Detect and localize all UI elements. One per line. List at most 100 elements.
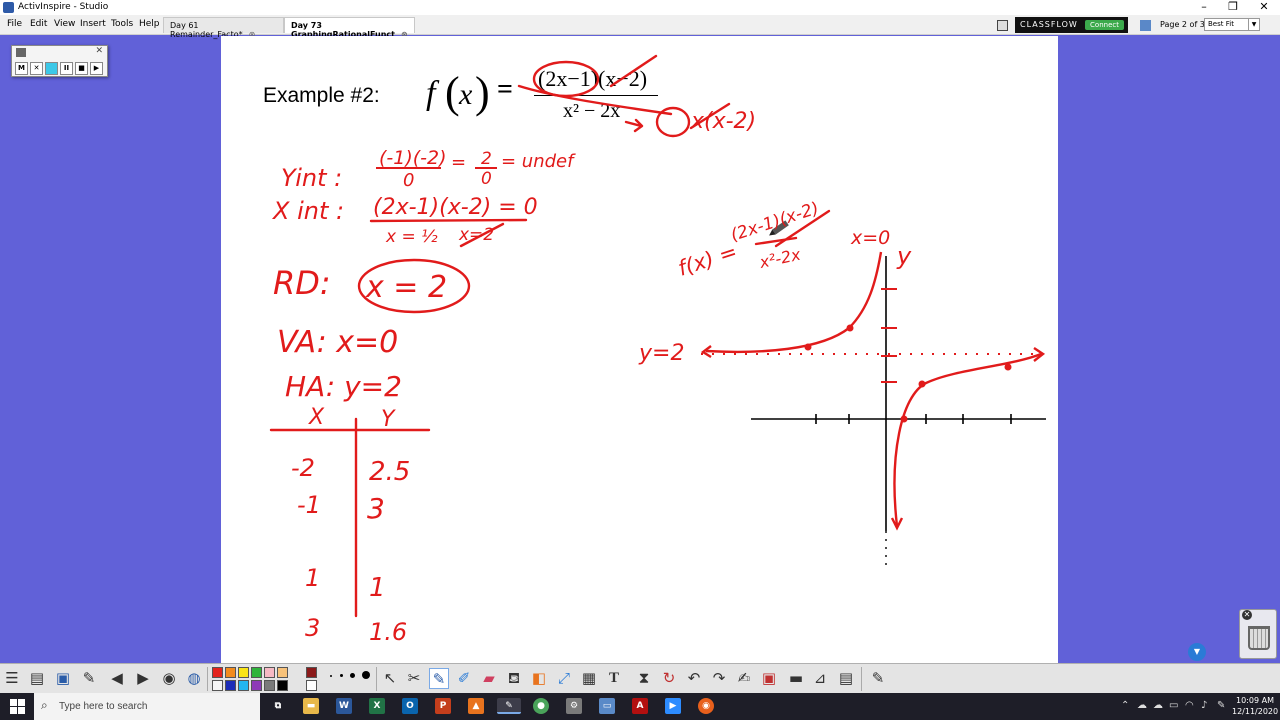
scroll-down-button[interactable]: ▼: [1188, 643, 1206, 661]
hw-graph-va-label: x=0: [850, 227, 890, 249]
clear-icon[interactable]: ▤: [836, 668, 856, 689]
redo-icon[interactable]: ↷: [709, 668, 729, 689]
close-icon[interactable]: ✕: [95, 46, 103, 56]
hw-table-row4-x: 3: [305, 614, 320, 642]
pen-width-2[interactable]: [340, 674, 343, 677]
tray-chevron-icon[interactable]: ⌃: [1121, 700, 1129, 711]
minimize-button[interactable]: –: [1190, 0, 1218, 15]
next-page-icon[interactable]: ▶: [133, 668, 153, 689]
connector-icon[interactable]: ⤢: [554, 668, 574, 689]
color-swatch-cyan[interactable]: [238, 680, 249, 691]
prev-page-icon[interactable]: ◀: [107, 668, 127, 689]
browsers-icon[interactable]: ▤: [27, 668, 47, 689]
undo-icon[interactable]: ↶: [684, 668, 704, 689]
color-swatch-white[interactable]: [212, 680, 223, 691]
chevron-down-icon[interactable]: ▼: [1248, 19, 1259, 30]
trash-bin[interactable]: ✕: [1239, 609, 1277, 659]
clapper-icon[interactable]: ▦: [579, 668, 599, 689]
network-icon[interactable]: ▭: [1169, 700, 1178, 711]
color-swatch-green[interactable]: [251, 667, 262, 678]
vlc-icon[interactable]: ▲: [468, 698, 484, 714]
menu-file[interactable]: File: [7, 19, 22, 29]
settings-icon[interactable]: ⚙: [566, 698, 582, 714]
flipchart-page[interactable]: Example #2: f ( x ) = (2x−1)(x−2) x² − 2…: [221, 36, 1058, 663]
protractor-icon[interactable]: ⊿: [810, 668, 830, 689]
color-swatch-blue[interactable]: [225, 680, 236, 691]
zoom-select[interactable]: Best Fit ▼: [1204, 18, 1260, 31]
text-icon[interactable]: T: [604, 668, 624, 689]
firefox-icon[interactable]: ◉: [698, 698, 714, 714]
flipchart-icon[interactable]: ▣: [53, 668, 73, 689]
fill-icon[interactable]: ⛾: [504, 668, 524, 689]
zoom-app-icon[interactable]: ▶: [665, 698, 681, 714]
menu-help[interactable]: Help: [139, 19, 160, 29]
cloud-icon[interactable]: ☁: [1153, 700, 1163, 711]
mini-btn-m[interactable]: M: [15, 62, 28, 75]
wifi-icon[interactable]: ◠: [1185, 700, 1194, 711]
tab-day73[interactable]: Day 73 GraphingRationalFunct ⊗: [284, 17, 415, 39]
magic-ink-icon[interactable]: ✍: [734, 668, 754, 689]
mini-btn-record[interactable]: ●: [45, 62, 58, 75]
color-swatch-black[interactable]: [277, 680, 288, 691]
monitor-icon[interactable]: ▭: [599, 698, 615, 714]
main-menu-icon[interactable]: ☰: [2, 668, 22, 689]
menu-edit[interactable]: Edit: [30, 19, 47, 29]
menu-tools[interactable]: Tools: [111, 19, 133, 29]
volume-icon[interactable]: ♪: [1201, 700, 1207, 711]
word-icon[interactable]: W: [336, 698, 352, 714]
close-icon[interactable]: ✕: [1242, 610, 1252, 620]
activinspire-taskbar-icon[interactable]: ✎: [497, 698, 521, 714]
color-swatch-peach[interactable]: [277, 667, 288, 678]
color-swatch-maroon[interactable]: [306, 667, 317, 678]
taskbar-clock[interactable]: 10:09 AM 12/11/2020: [1232, 695, 1278, 717]
restore-button[interactable]: ❐: [1219, 0, 1247, 15]
shape-icon[interactable]: ◧: [529, 668, 549, 689]
timer-icon[interactable]: ⧗: [634, 668, 654, 689]
tab-day61[interactable]: Day 61 Remainder_Facto* ⊗: [163, 17, 284, 39]
onedrive-icon[interactable]: ☁: [1137, 700, 1147, 711]
mini-btn-play[interactable]: ▶: [90, 62, 103, 75]
color-swatch-orange[interactable]: [225, 667, 236, 678]
keyboard-icon[interactable]: ▬: [786, 668, 806, 689]
divider: [207, 667, 208, 691]
highlighter-icon[interactable]: ✐: [454, 668, 474, 689]
color-swatch-yellow[interactable]: [238, 667, 249, 678]
select-icon[interactable]: ↖: [380, 668, 400, 689]
task-view-icon[interactable]: ⧉: [270, 698, 286, 714]
color-swatch-red[interactable]: [212, 667, 223, 678]
mini-btn-stop[interactable]: ■: [75, 62, 88, 75]
close-button[interactable]: ✕: [1250, 0, 1278, 15]
chrome-icon[interactable]: ●: [533, 698, 549, 714]
globe-icon[interactable]: ◍: [184, 668, 204, 689]
acrobat-icon[interactable]: A: [632, 698, 648, 714]
mini-btn-pause[interactable]: II: [60, 62, 73, 75]
mini-btn-clear[interactable]: ✕: [30, 62, 43, 75]
pen-width-3[interactable]: [350, 673, 355, 678]
windows-start-icon[interactable]: [10, 699, 25, 714]
tools-wrench-icon[interactable]: ✂: [404, 668, 424, 689]
color-swatch-gray[interactable]: [264, 680, 275, 691]
powerpoint-icon[interactable]: P: [435, 698, 451, 714]
color-swatch-white2[interactable]: [306, 680, 317, 691]
menu-insert[interactable]: Insert: [80, 19, 106, 29]
outlook-icon[interactable]: O: [402, 698, 418, 714]
taskbar-search-input[interactable]: ⌕ Type here to search: [34, 693, 260, 720]
file-explorer-icon[interactable]: ▬: [303, 698, 319, 714]
menu-view[interactable]: View: [54, 19, 75, 29]
tools-icon[interactable]: ✎: [79, 668, 99, 689]
play-icon[interactable]: ◉: [159, 668, 179, 689]
toolbox-settings-icon[interactable]: ✎: [868, 668, 888, 689]
eraser-icon[interactable]: ▰: [479, 668, 499, 689]
page-options-icon[interactable]: [997, 20, 1008, 31]
color-swatch-purple[interactable]: [251, 680, 262, 691]
camera-icon[interactable]: ▣: [759, 668, 779, 689]
pen-width-4[interactable]: [362, 671, 370, 679]
classflow-connect-button[interactable]: Connect: [1085, 20, 1124, 30]
pen-tray-icon[interactable]: ✎: [1217, 700, 1225, 711]
pen-width-1[interactable]: [330, 675, 332, 677]
pages-icon[interactable]: [1140, 20, 1151, 31]
pen-icon[interactable]: ✎: [429, 668, 449, 689]
reset-icon[interactable]: ↻: [659, 668, 679, 689]
excel-icon[interactable]: X: [369, 698, 385, 714]
color-swatch-pink[interactable]: [264, 667, 275, 678]
